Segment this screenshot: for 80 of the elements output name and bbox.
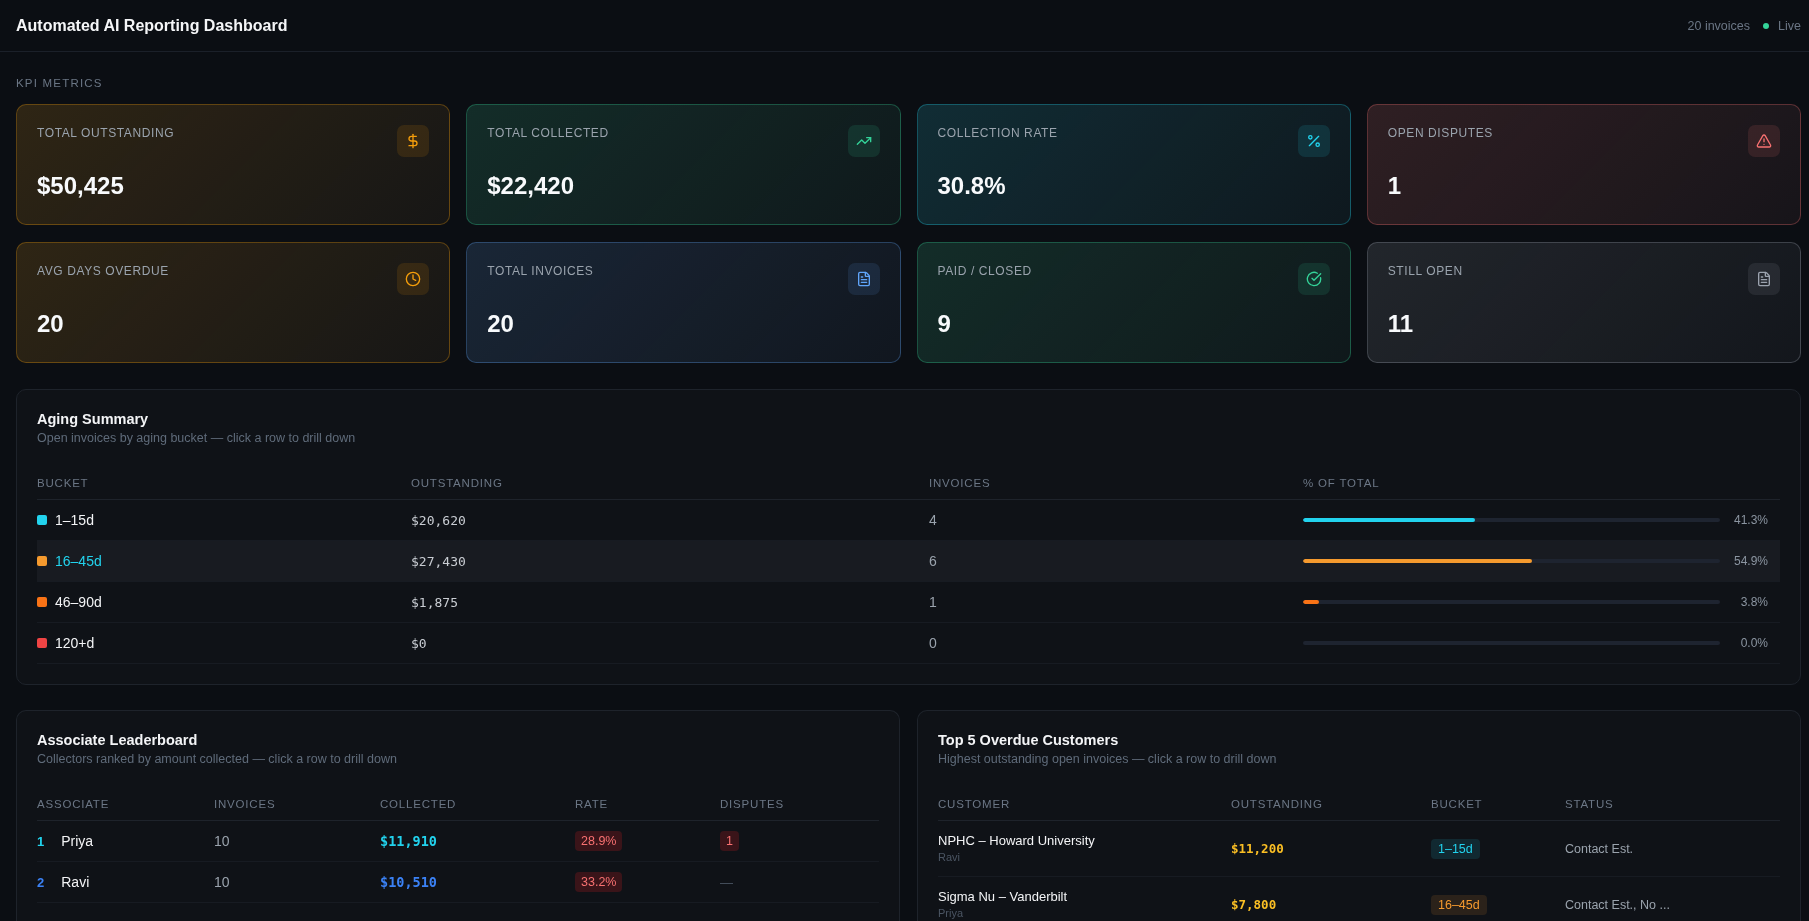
kpi-value: 20 <box>37 309 64 339</box>
column-header: OUTSTANDING <box>1231 797 1323 810</box>
associate-name: Priya <box>938 906 964 920</box>
percent-value: 41.3% <box>1732 513 1768 527</box>
status-text: Contact Est., No ... <box>1565 897 1670 912</box>
rate-badge: 33.2% <box>575 872 623 892</box>
kpi-label: COLLECTION RATE <box>937 126 1058 140</box>
kpi-value: $22,420 <box>487 171 574 201</box>
kpi-label: AVG DAYS OVERDUE <box>37 264 169 278</box>
invoice-count: 20 invoices <box>1687 17 1751 34</box>
column-header: DISPUTES <box>720 797 784 810</box>
kpi-value: 11 <box>1387 309 1414 339</box>
section-label: KPI METRICS <box>16 76 103 90</box>
column-header: BUCKET <box>1431 797 1483 810</box>
invoice-count: 4 <box>929 512 937 528</box>
status-text: Contact Est. <box>1565 841 1634 856</box>
column-header: INVOICES <box>214 797 276 810</box>
invoice-count: 0 <box>929 635 937 651</box>
percent-value: 0.0% <box>1739 636 1768 650</box>
kpi-label: TOTAL INVOICES <box>487 264 594 278</box>
invoice-count: 1 <box>929 594 937 610</box>
invoice-count: 6 <box>929 553 937 569</box>
kpi-value: 9 <box>937 309 951 339</box>
customer-name: Sigma Nu – Vanderbilt <box>938 889 1068 905</box>
panel-title: Aging Summary <box>37 410 149 428</box>
panel-subtitle: Collectors ranked by amount collected — click a row to drill down <box>37 751 397 767</box>
kpi-value: 30.8% <box>937 171 1006 201</box>
outstanding-amount: $7,800 <box>1231 897 1277 912</box>
customer-name: NPHC – Howard University <box>938 833 1095 849</box>
dispute-count: — <box>720 874 733 890</box>
live-status: Live <box>1778 17 1801 34</box>
outstanding-amount: $27,430 <box>411 553 466 569</box>
outstanding-amount: $1,875 <box>411 594 458 610</box>
kpi-value: $50,425 <box>37 171 124 201</box>
panel-title: Associate Leaderboard <box>37 731 198 749</box>
column-header: OUTSTANDING <box>411 476 503 489</box>
kpi-value: 20 <box>487 309 514 339</box>
kpi-label: TOTAL OUTSTANDING <box>37 126 175 140</box>
panel-title: Top 5 Overdue Customers <box>938 731 1119 749</box>
aging-row[interactable]: 46–90d $1,875 1 3.8% <box>37 582 1780 623</box>
column-header: BUCKET <box>37 476 89 489</box>
aging-row[interactable]: 16–45d $27,430 6 54.9% <box>37 541 1780 582</box>
panel-subtitle: Open invoices by aging bucket — click a row to drill down <box>37 430 356 446</box>
kpi-label: STILL OPEN <box>1387 264 1463 278</box>
bucket-badge: 1–15d <box>1431 838 1480 859</box>
outstanding-amount: $0 <box>411 635 427 651</box>
column-header: ASSOCIATE <box>37 797 110 810</box>
outstanding-amount: $11,200 <box>1231 841 1284 856</box>
dispute-count-badge: 1 <box>720 831 739 851</box>
kpi-label: OPEN DISPUTES <box>1387 126 1493 140</box>
kpi-label: PAID / CLOSED <box>937 264 1032 278</box>
column-header: COLLECTED <box>380 797 457 810</box>
column-header: RATE <box>575 797 609 810</box>
associate-name: Ravi <box>938 850 960 864</box>
column-header: INVOICES <box>929 476 991 489</box>
column-header: STATUS <box>1565 797 1614 810</box>
collected-amount: $10,510 <box>380 874 437 890</box>
invoice-count: 10 <box>214 833 230 849</box>
kpi-label: TOTAL COLLECTED <box>487 126 609 140</box>
bucket-badge: 16–45d <box>1431 894 1487 915</box>
bucket-label: 16–45d <box>55 553 102 569</box>
rank-number: 1 <box>37 833 45 849</box>
kpi-value: 1 <box>1387 171 1402 201</box>
dashboard-title: Automated AI Reporting Dashboard <box>16 15 288 36</box>
associate-name: Ravi <box>61 874 90 890</box>
invoice-count: 10 <box>214 874 230 890</box>
rate-badge: 28.9% <box>575 831 623 851</box>
outstanding-amount: $20,620 <box>411 512 466 528</box>
collected-amount: $11,910 <box>380 833 437 849</box>
associate-name: Priya <box>61 833 94 849</box>
bucket-label: 1–15d <box>55 512 94 528</box>
column-header: % OF TOTAL <box>1303 476 1380 489</box>
column-header: CUSTOMER <box>938 797 1010 810</box>
bucket-label: 46–90d <box>55 594 102 610</box>
percent-value: 3.8% <box>1739 595 1768 609</box>
rank-number: 2 <box>37 874 45 890</box>
panel-subtitle: Highest outstanding open invoices — click a row to drill down <box>938 751 1277 767</box>
aging-row[interactable]: 120+d $0 0 0.0% <box>37 623 1780 664</box>
bucket-label: 120+d <box>55 635 95 651</box>
percent-value: 54.9% <box>1732 554 1768 568</box>
